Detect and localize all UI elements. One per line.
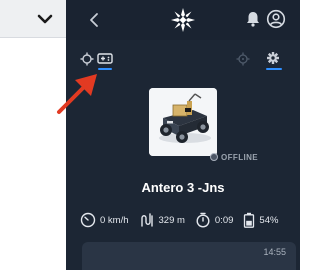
robot-panel: OFFLINE Antero 3 -Jns 0 km/h 329 m 0:09 (66, 0, 300, 270)
gamepad-icon (97, 53, 113, 64)
tab-controller[interactable] (96, 48, 118, 70)
tab-settings[interactable] (262, 48, 284, 70)
left-pane (0, 0, 66, 270)
time-value: 0:09 (214, 214, 234, 226)
settings-tab-indicator (266, 68, 282, 70)
stat-time: 0:09 (195, 212, 234, 228)
gear-icon (267, 52, 279, 64)
snowflake-star-icon (170, 7, 196, 33)
route-icon (140, 213, 153, 227)
battery-icon (244, 212, 255, 228)
left-header (0, 0, 66, 38)
status-badge: OFFLINE (210, 152, 258, 162)
battery-value: 54% (259, 214, 279, 226)
stat-speed: 0 km/h (80, 212, 129, 228)
speedometer-icon (80, 212, 96, 228)
status-dot (210, 153, 218, 161)
robot-image (149, 88, 217, 156)
user-circle-icon[interactable] (266, 9, 286, 29)
bell-icon[interactable] (244, 10, 262, 28)
speed-value: 0 km/h (100, 214, 129, 226)
chevron-left-icon[interactable] (86, 11, 102, 29)
distance-value: 329 m (158, 214, 185, 226)
status-label: OFFLINE (221, 152, 259, 162)
top-bar (66, 0, 300, 40)
message-timestamp: 14:55 (263, 247, 286, 257)
target-icon (236, 52, 250, 66)
panel-tabs (66, 44, 300, 72)
stat-battery: 54% (243, 212, 278, 228)
stat-distance: 329 m (139, 212, 185, 228)
stopwatch-icon (196, 212, 210, 228)
robot-name: Antero 3 -Jns (141, 180, 225, 195)
active-tab-indicator (98, 68, 112, 70)
chevron-down-icon[interactable] (36, 10, 54, 28)
stats-row: 0 km/h 329 m 0:09 54% (80, 211, 288, 229)
message-card[interactable]: 14:55 (82, 242, 296, 270)
tab-map[interactable] (232, 48, 254, 70)
